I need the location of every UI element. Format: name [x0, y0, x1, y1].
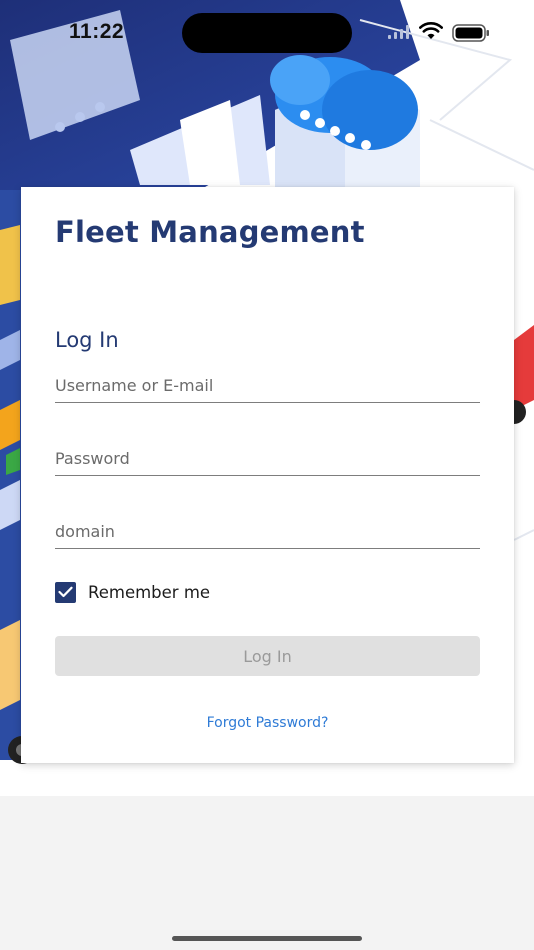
login-card: Fleet Management Log In Remember me Log …: [21, 187, 514, 763]
login-screen: 11:22 Fleet Management Log In Username o…: [0, 0, 534, 950]
home-indicator: [172, 936, 362, 941]
domain-input[interactable]: [55, 515, 480, 548]
form-title: Log In: [55, 328, 119, 352]
remember-me-label: Remember me: [88, 582, 211, 602]
username-input[interactable]: [55, 369, 480, 402]
battery-icon: [452, 24, 489, 42]
remember-me-row[interactable]: Remember me: [55, 581, 210, 603]
login-button[interactable]: Log In: [55, 636, 480, 676]
check-icon: [58, 586, 73, 598]
username-field-wrapper: [55, 369, 480, 403]
dynamic-island: [182, 13, 352, 53]
password-input[interactable]: [55, 442, 480, 475]
domain-field-wrapper: [55, 515, 480, 549]
signal-icon: [388, 25, 409, 39]
wifi-icon: [419, 22, 443, 39]
remember-me-checkbox[interactable]: [55, 581, 76, 603]
app-title: Fleet Management: [55, 215, 365, 249]
status-time: 11:22: [69, 20, 125, 43]
forgot-password-link[interactable]: Forgot Password?: [21, 715, 514, 731]
password-field-wrapper: [55, 442, 480, 476]
status-bar: 11:22: [0, 0, 534, 64]
